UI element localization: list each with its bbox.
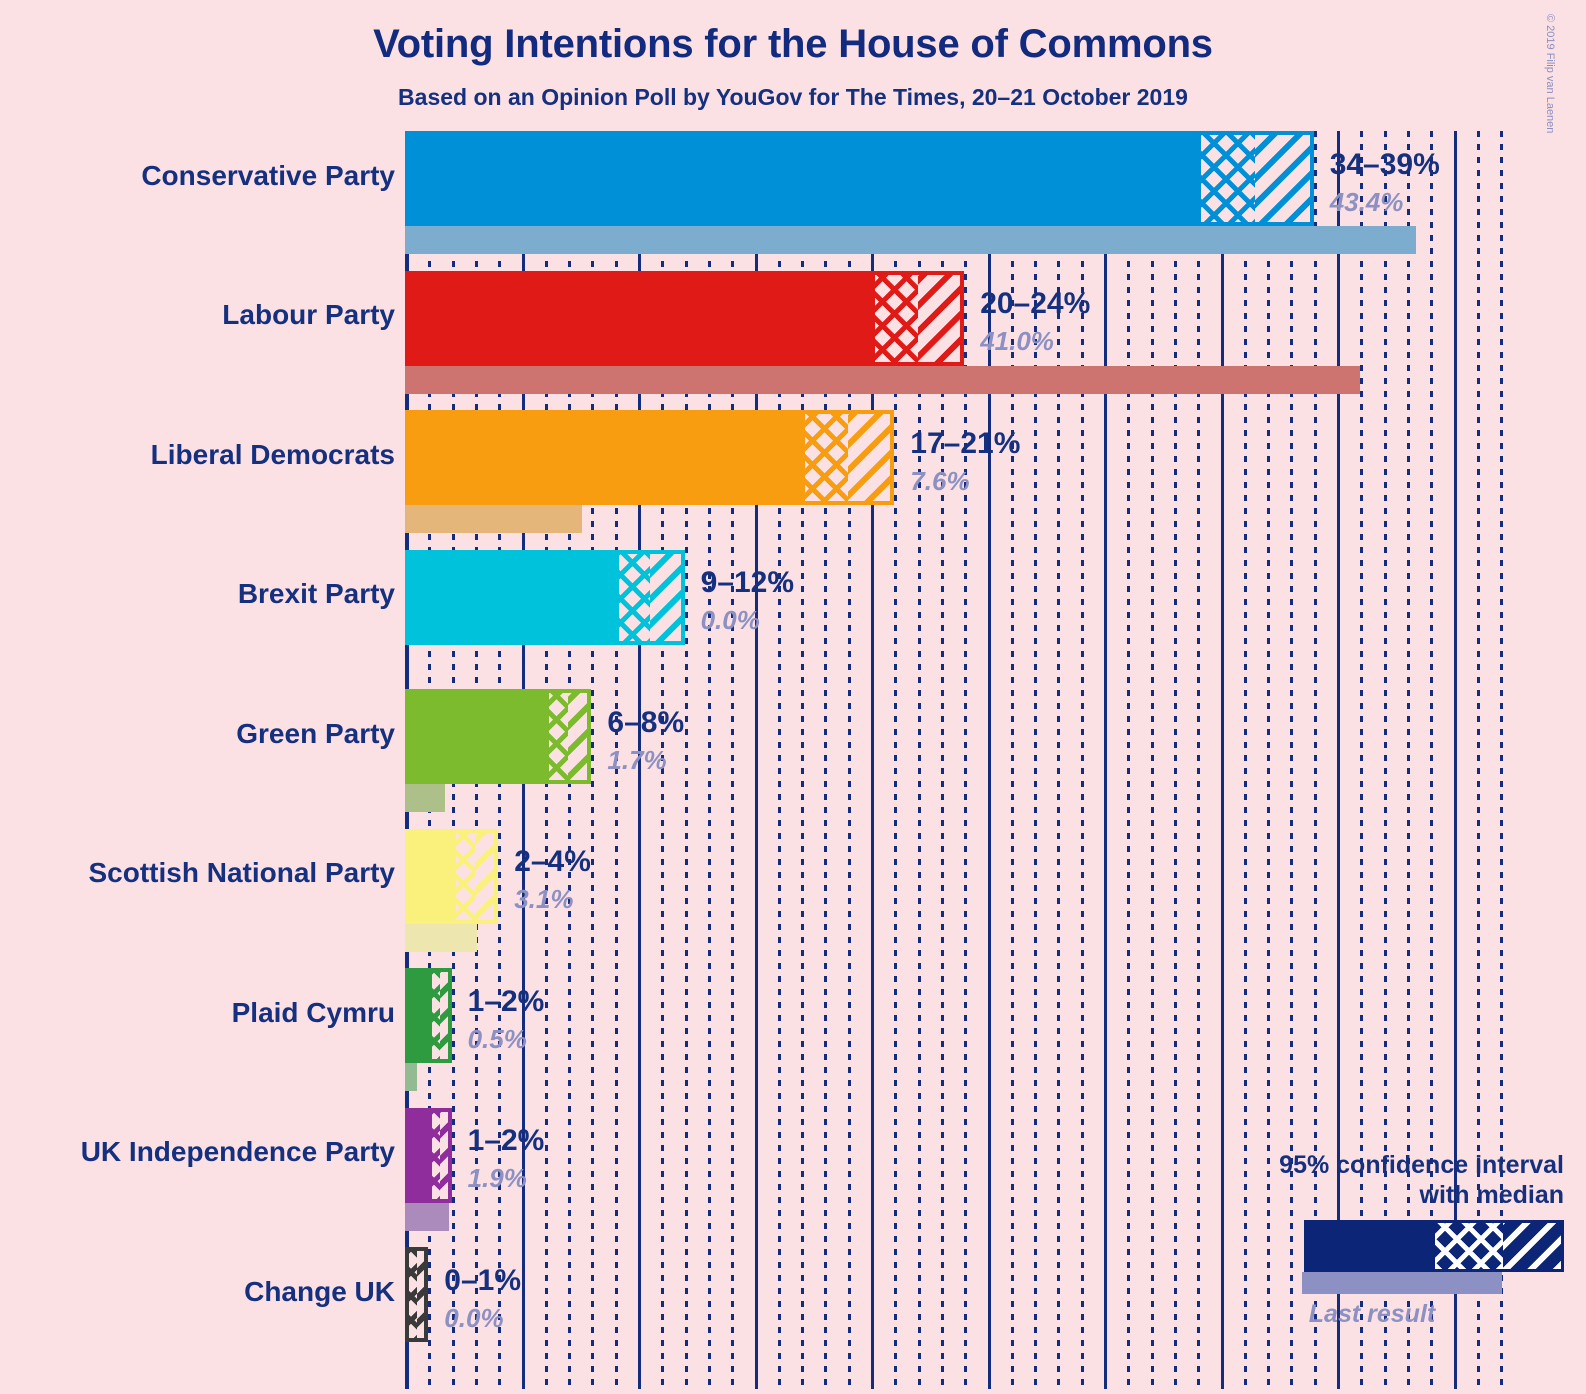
confidence-interval-bar	[405, 410, 895, 505]
party-label: Scottish National Party	[88, 857, 395, 888]
confidence-interval-bar	[405, 1247, 429, 1342]
last-result-label: 43.4%	[1329, 186, 1404, 217]
ci-solid-segment	[405, 410, 802, 505]
ci-diagonal-segment	[847, 410, 895, 505]
confidence-interval-bar	[405, 689, 592, 784]
legend-crosshatch-segment	[1435, 1223, 1503, 1269]
ci-solid-segment	[405, 270, 871, 366]
ci-range-label: 1–2%	[467, 1124, 545, 1157]
last-result-bar	[405, 784, 445, 812]
last-result-label: 1.7%	[607, 744, 667, 775]
last-result-bar	[405, 1202, 450, 1231]
ci-crosshatch-segment	[544, 689, 569, 784]
last-result-label: 0.5%	[467, 1023, 527, 1054]
confidence-interval-bar	[405, 131, 1314, 226]
ci-crosshatch-segment	[405, 1247, 417, 1342]
last-result-bar	[405, 1063, 417, 1091]
ci-diagonal-segment	[474, 828, 499, 924]
ci-range-label: 2–4%	[514, 845, 591, 878]
chart-title: Voting Intentions for the House of Commo…	[373, 22, 1213, 66]
last-result-label: 0.0%	[700, 605, 760, 635]
ci-crosshatch-segment	[801, 410, 848, 505]
confidence-interval-bar	[405, 1107, 452, 1203]
ci-solid-segment	[405, 131, 1198, 226]
last-result-bar	[405, 226, 1417, 254]
ci-range-label: 6–8%	[607, 705, 685, 739]
ci-diagonal-segment	[649, 549, 685, 645]
confidence-interval-bar	[405, 828, 499, 924]
ci-crosshatch-segment	[871, 270, 918, 366]
party-label: Green Party	[236, 717, 395, 749]
ci-diagonal-segment	[439, 1107, 452, 1203]
ci-solid-segment	[405, 549, 615, 645]
last-result-bar	[405, 923, 478, 952]
party-label: Labour Party	[222, 299, 395, 330]
party-label: Liberal Democrats	[150, 438, 395, 470]
ci-range-label: 1–2%	[467, 984, 545, 1018]
ci-solid-segment	[405, 1107, 429, 1203]
chart-legend: 95% confidence interval with median Last…	[1044, 1150, 1564, 1328]
party-label: Brexit Party	[237, 578, 395, 609]
confidence-interval-bar	[405, 968, 452, 1063]
ci-diagonal-segment	[568, 689, 592, 784]
legend-sample-wrap: Last result	[1044, 1220, 1564, 1328]
legend-diagonal-segment	[1503, 1223, 1561, 1269]
last-result-label: 1.9%	[467, 1163, 527, 1193]
legend-last-result-label: Last result	[1308, 1300, 1436, 1328]
ci-crosshatch-segment	[451, 828, 475, 924]
last-result-bar	[405, 505, 583, 533]
chart-subtitle: Based on an Opinion Poll by YouGov for T…	[398, 84, 1188, 110]
ci-range-label: 9–12%	[700, 566, 795, 599]
last-result-bar	[405, 365, 1361, 394]
ci-diagonal-segment	[1255, 131, 1314, 226]
ci-range-label: 0–1%	[444, 1263, 522, 1297]
legend-last-result-bar	[1302, 1272, 1502, 1294]
confidence-interval-bar	[405, 270, 965, 366]
gridline-minor	[964, 131, 968, 1389]
party-label: Conservative Party	[141, 159, 395, 191]
copyright-notice: © 2019 Filip van Laenen	[1544, 14, 1556, 134]
last-result-label: 0.0%	[444, 1302, 504, 1333]
legend-title: 95% confidence interval with median	[1044, 1150, 1564, 1210]
ci-diagonal-segment	[917, 270, 965, 366]
last-result-label: 41.0%	[980, 326, 1054, 356]
party-label: Plaid Cymru	[231, 996, 395, 1028]
ci-range-label: 20–24%	[980, 287, 1091, 320]
ci-crosshatch-segment	[428, 1107, 440, 1203]
last-result-label: 3.1%	[514, 884, 574, 914]
party-label: UK Independence Party	[80, 1136, 395, 1167]
ci-range-label: 17–21%	[910, 426, 1021, 460]
ci-range-label: 34–39%	[1329, 147, 1440, 181]
ci-crosshatch-segment	[428, 968, 440, 1063]
ci-crosshatch-segment	[1197, 131, 1256, 226]
ci-solid-segment	[405, 828, 452, 924]
ci-diagonal-segment	[439, 968, 452, 1063]
legend-title-line1: 95% confidence interval	[1279, 1151, 1564, 1179]
confidence-interval-bar	[405, 549, 685, 645]
party-label: Change UK	[244, 1275, 395, 1307]
legend-title-line2: with median	[1419, 1181, 1564, 1209]
legend-ci-bar	[1304, 1220, 1564, 1272]
ci-solid-segment	[405, 968, 429, 1063]
last-result-label: 7.6%	[910, 465, 970, 496]
ci-solid-segment	[405, 689, 545, 784]
ci-diagonal-segment	[416, 1247, 429, 1342]
ci-crosshatch-segment	[614, 549, 650, 645]
